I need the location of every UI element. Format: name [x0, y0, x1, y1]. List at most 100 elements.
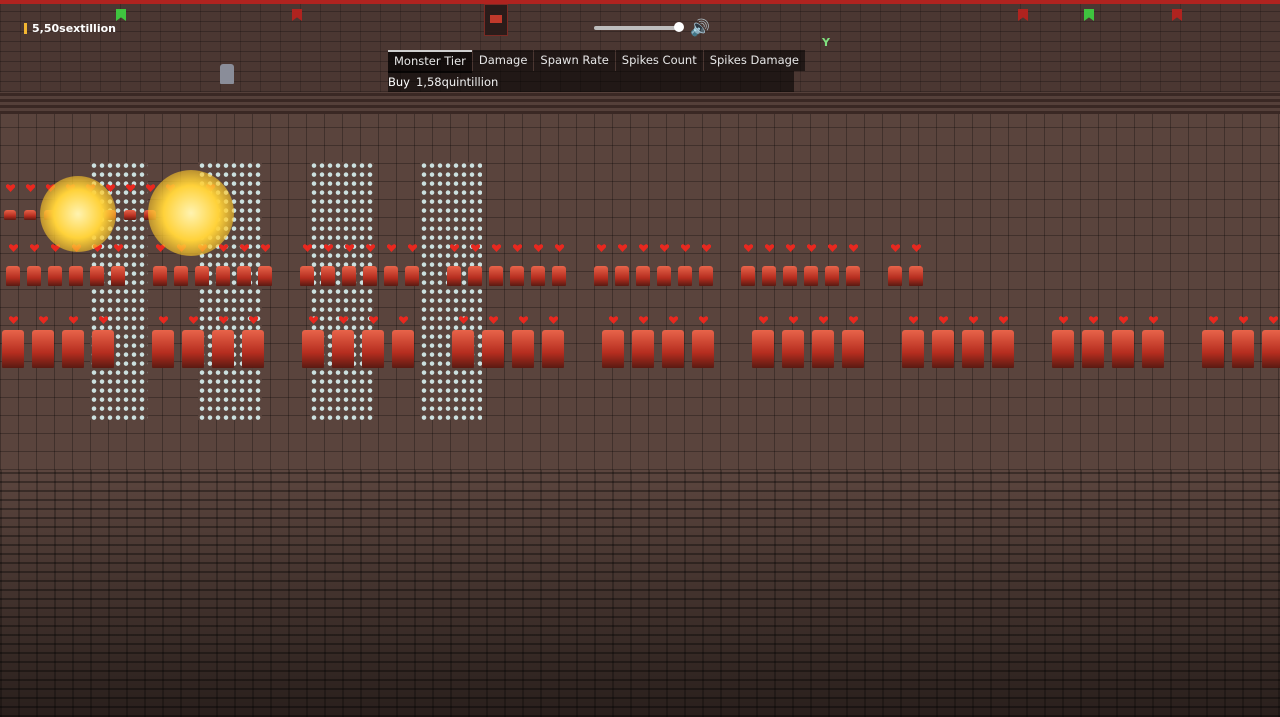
monster-sprite — [482, 330, 504, 368]
monster-sprite — [6, 266, 20, 286]
monster-sprite — [1262, 330, 1280, 368]
volume-slider[interactable] — [594, 22, 684, 32]
monster-sprite — [32, 330, 54, 368]
monster-sprite — [302, 330, 324, 368]
monster-sprite — [1112, 330, 1134, 368]
monster-sprite — [212, 330, 234, 368]
buy-row: Buy 1,58quintillion — [388, 71, 794, 92]
monster-sprite — [342, 266, 356, 286]
monster-sprite — [195, 266, 209, 286]
top-border-line — [0, 0, 1280, 4]
tab-spikes-damage[interactable]: Spikes Damage — [703, 50, 805, 71]
monster-sprite — [242, 330, 264, 368]
explosion-effect — [148, 170, 234, 256]
gold-counter: 5,50sextillion — [24, 22, 116, 35]
monster-sprite — [909, 266, 923, 286]
monster-sprite — [363, 266, 377, 286]
buy-button[interactable]: Buy — [388, 75, 416, 89]
tab-spawn-rate[interactable]: Spawn Rate — [534, 50, 615, 71]
monster-sprite — [752, 330, 774, 368]
monster-sprite — [392, 330, 414, 368]
monster-sprite — [111, 266, 125, 286]
monster-sprite — [632, 330, 654, 368]
monster-sprite — [804, 266, 818, 286]
monster-sprite — [657, 266, 671, 286]
monster-sprite — [452, 330, 474, 368]
monster-sprite — [762, 266, 776, 286]
monster-sprite — [332, 330, 354, 368]
tab-damage[interactable]: Damage — [472, 50, 534, 71]
coin-icon — [24, 23, 27, 34]
tab-monster-tier[interactable]: Monster Tier — [388, 50, 472, 73]
monster-sprite — [4, 210, 16, 220]
volume-slider-knob[interactable] — [674, 22, 684, 32]
monster-sprite — [48, 266, 62, 286]
monster-sprite — [152, 330, 174, 368]
monster-sprite — [662, 330, 684, 368]
monster-sprite — [783, 266, 797, 286]
monster-sprite — [510, 266, 524, 286]
monster-spawner — [484, 4, 508, 36]
monster-sprite — [512, 330, 534, 368]
monster-sprite — [69, 266, 83, 286]
monster-sprite — [489, 266, 503, 286]
monster-sprite — [594, 266, 608, 286]
monster-sprite — [932, 330, 954, 368]
monster-sprite — [846, 266, 860, 286]
monster-sprite — [636, 266, 650, 286]
monster-sprite — [531, 266, 545, 286]
monster-sprite — [405, 266, 419, 286]
monster-sprite — [741, 266, 755, 286]
monster-sprite — [258, 266, 272, 286]
monster-sprite — [782, 330, 804, 368]
monster-sprite — [1142, 330, 1164, 368]
spike-trap — [420, 162, 482, 420]
monster-sprite — [812, 330, 834, 368]
buy-price: 1,58quintillion — [415, 74, 499, 89]
monster-sprite — [182, 330, 204, 368]
monster-sprite — [962, 330, 984, 368]
monster-sprite — [888, 266, 902, 286]
monster-sprite — [992, 330, 1014, 368]
dungeon-arena — [0, 114, 1280, 470]
exit-marker-icon: Y — [822, 36, 830, 49]
monster-sprite — [825, 266, 839, 286]
monster-sprite — [216, 266, 230, 286]
speaker-icon[interactable]: 🔊 — [690, 19, 710, 37]
monster-sprite — [24, 210, 36, 220]
monster-sprite — [615, 266, 629, 286]
monster-sprite — [92, 330, 114, 368]
brick-divider — [0, 92, 1280, 114]
monster-sprite — [362, 330, 384, 368]
brick-wall — [0, 470, 1280, 717]
monster-sprite — [62, 330, 84, 368]
explosion-effect — [40, 176, 116, 252]
monster-sprite — [468, 266, 482, 286]
monster-sprite — [552, 266, 566, 286]
monster-sprite — [542, 330, 564, 368]
monster-sprite — [1082, 330, 1104, 368]
monster-sprite — [1052, 330, 1074, 368]
monster-sprite — [237, 266, 251, 286]
monster-sprite — [692, 330, 714, 368]
gold-amount: 5,50sextillion — [32, 22, 116, 35]
monster-sprite — [678, 266, 692, 286]
monster-sprite — [300, 266, 314, 286]
monster-sprite — [1202, 330, 1224, 368]
monster-sprite — [842, 330, 864, 368]
monster-sprite — [27, 266, 41, 286]
tab-spikes-count[interactable]: Spikes Count — [615, 50, 703, 71]
player-character — [220, 64, 234, 84]
monster-sprite — [1232, 330, 1254, 368]
monster-sprite — [384, 266, 398, 286]
upgrade-tabs: Monster Tier Damage Spawn Rate Spikes Co… — [388, 50, 805, 73]
monster-sprite — [447, 266, 461, 286]
spike-trap — [310, 162, 374, 420]
monster-sprite — [174, 266, 188, 286]
upgrade-panel: Monster Tier Damage Spawn Rate Spikes Co… — [388, 50, 805, 92]
monster-sprite — [321, 266, 335, 286]
monster-sprite — [699, 266, 713, 286]
monster-sprite — [153, 266, 167, 286]
monster-sprite — [90, 266, 104, 286]
monster-sprite — [2, 330, 24, 368]
